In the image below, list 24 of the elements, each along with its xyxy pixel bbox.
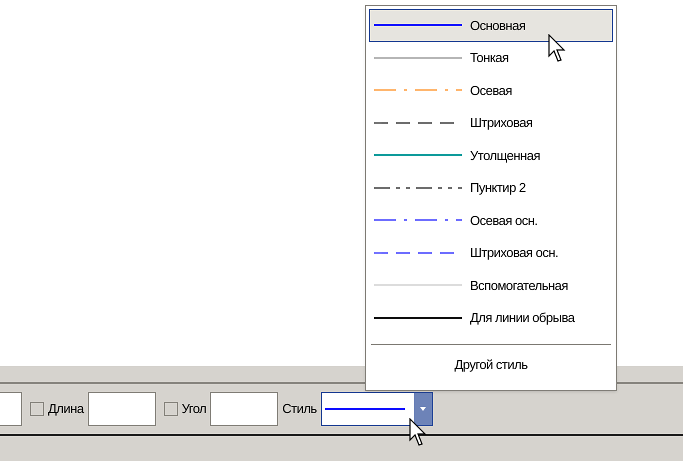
menu-item[interactable]: Штриховая <box>369 106 613 139</box>
menu-item[interactable]: Утолщенная <box>369 139 613 172</box>
cursor-icon <box>409 418 429 448</box>
menu-item[interactable]: Пунктир 2 <box>369 172 613 204</box>
menu-item[interactable]: Осевая осн. <box>369 204 613 236</box>
field-label: Стиль <box>282 400 317 418</box>
field-label: Длина <box>48 400 84 418</box>
cursor-icon <box>548 34 568 64</box>
caret-icon <box>420 407 426 411</box>
menu-item[interactable]: Осевая <box>369 74 613 106</box>
input-field[interactable] <box>88 392 156 426</box>
checkbox[interactable] <box>164 402 178 416</box>
menu-item[interactable]: Для линии обрыва <box>369 302 613 334</box>
field-label: Угол <box>182 400 206 418</box>
menu-item[interactable]: Штриховая осн. <box>369 236 613 269</box>
checkbox[interactable] <box>30 402 44 416</box>
input-field[interactable] <box>0 392 22 426</box>
line-style-dropdown[interactable] <box>320 392 433 426</box>
menu-item[interactable]: Основная <box>369 9 613 42</box>
menu-item[interactable]: Другой стиль <box>369 355 613 374</box>
menu-item[interactable]: Вспомогательная <box>369 269 613 302</box>
menu-item[interactable]: Тонкая <box>369 42 613 74</box>
dropdown-arrow-button[interactable] <box>414 393 432 425</box>
input-field[interactable] <box>210 392 278 426</box>
